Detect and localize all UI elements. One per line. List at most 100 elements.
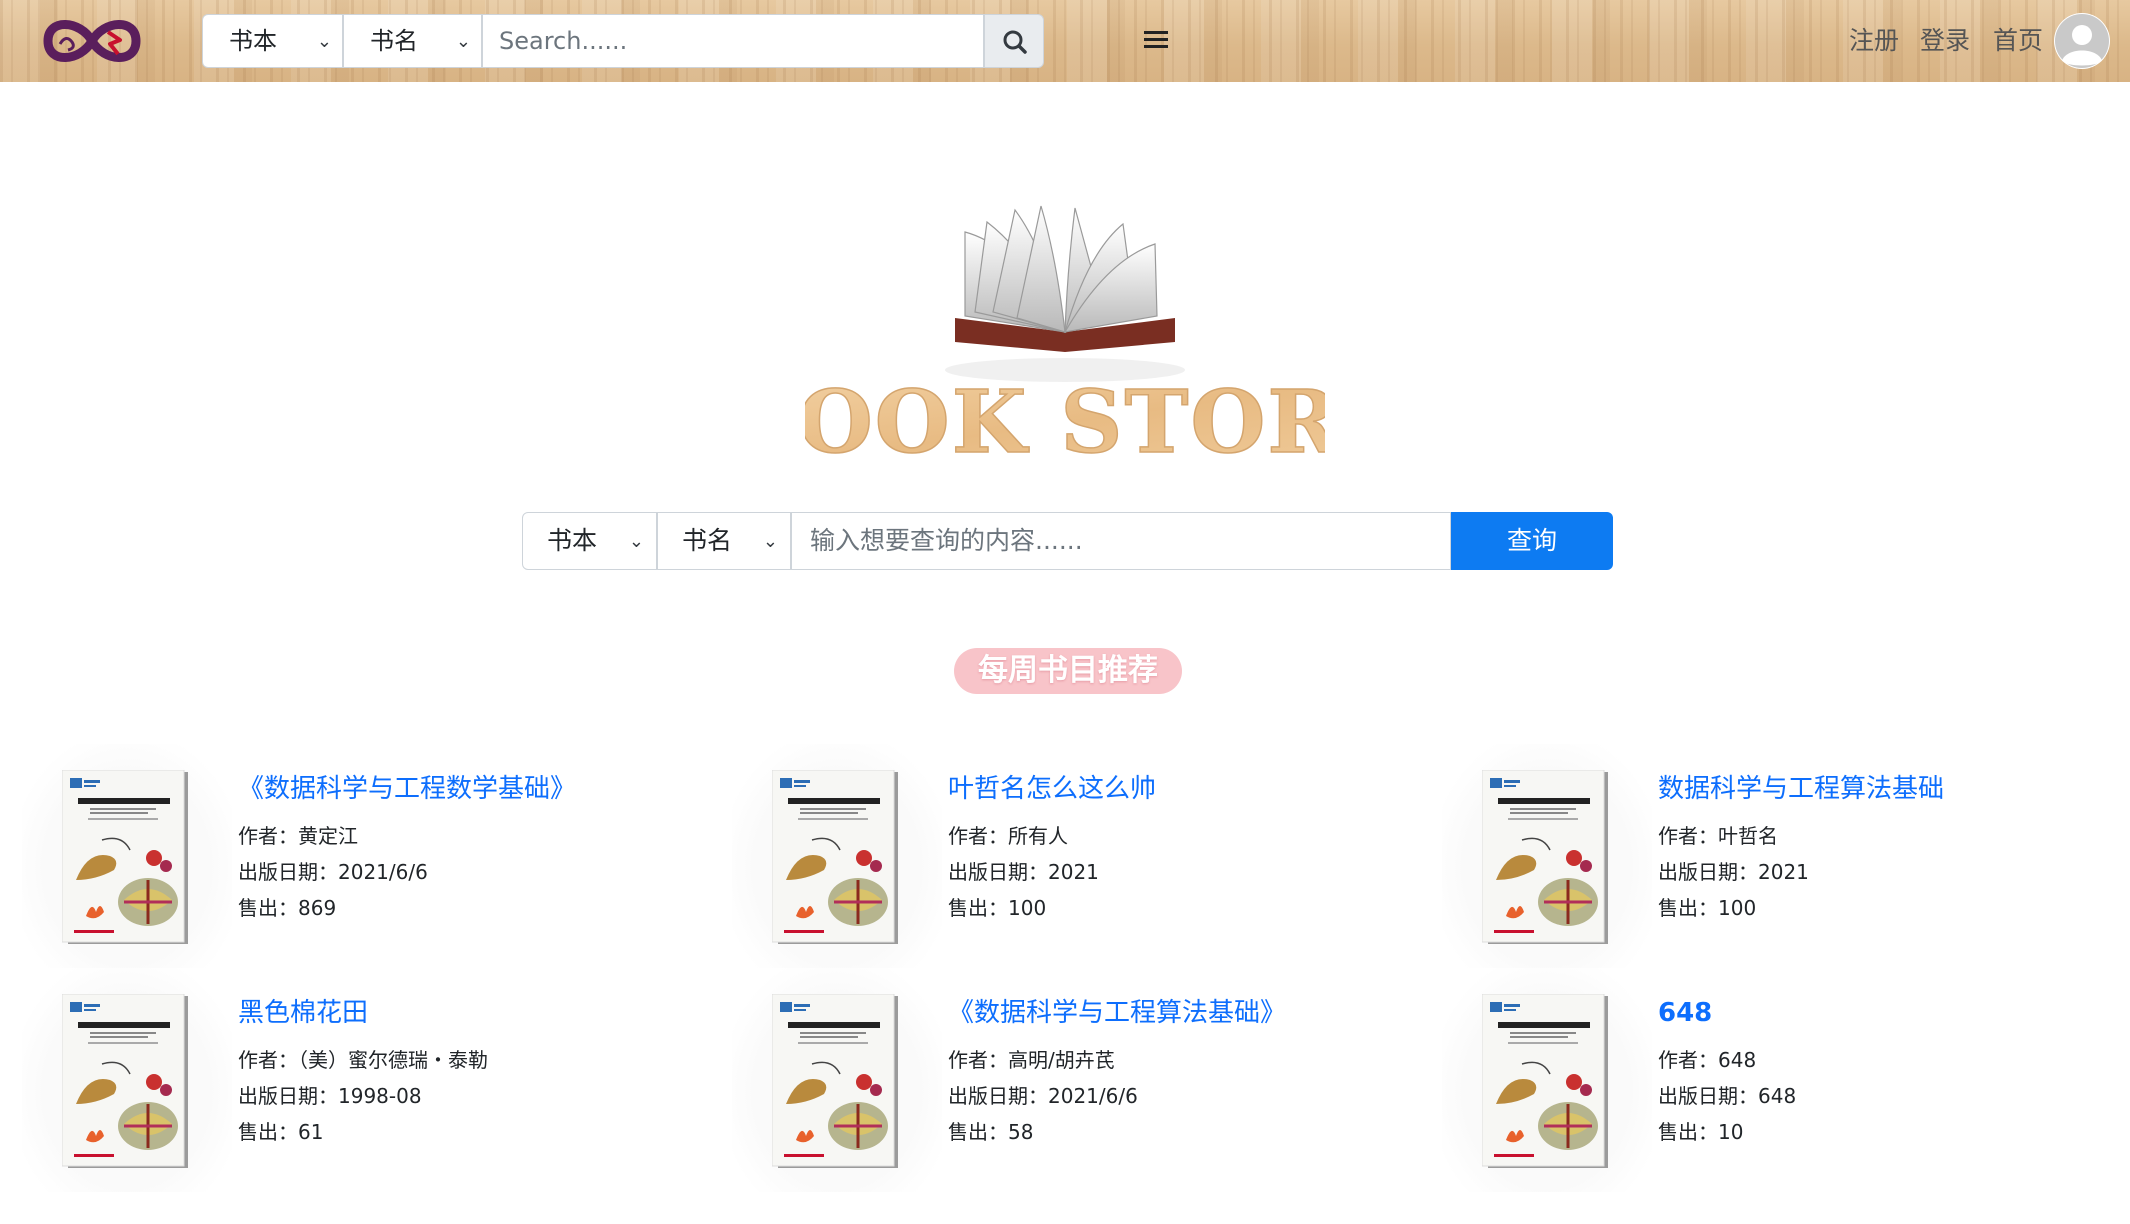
book-date: 出版日期：2021 <box>948 858 1099 886</box>
book-author: 作者：648 <box>1658 1046 1756 1074</box>
book-sold-label: 售出： <box>948 896 1008 920</box>
book-date-value: 2021 <box>1758 860 1809 884</box>
nav-type-select[interactable]: 书本 ⌄ <box>202 14 343 68</box>
book-author: 作者：所有人 <box>948 822 1068 850</box>
book-cover-image[interactable] <box>22 744 232 968</box>
book-card[interactable]: 叶哲名怎么这么帅 作者：所有人 出版日期：2021 售出：100 <box>724 744 1424 968</box>
book-card[interactable]: 数据科学与工程算法基础 作者：叶哲名 出版日期：2021 售出：100 <box>1434 744 2130 968</box>
book-date: 出版日期：2021/6/6 <box>948 1082 1138 1110</box>
book-author: 作者：（美）蜜尔德瑞・泰勒 <box>238 1046 488 1074</box>
book-cover-image[interactable] <box>22 968 232 1192</box>
book-date-label: 出版日期： <box>238 860 338 884</box>
chevron-down-icon: ⌄ <box>316 31 332 52</box>
weekly-recommend-title: 每周书目推荐 <box>954 648 1182 694</box>
book-date-value: 648 <box>1758 1084 1797 1108</box>
nav-field-select-value: 书名 <box>370 27 418 55</box>
search-field-select-value: 书名 <box>682 526 733 555</box>
book-title-link[interactable]: 叶哲名怎么这么帅 <box>948 772 1156 806</box>
search-submit-button[interactable]: 查询 <box>1451 512 1613 570</box>
chevron-down-icon: ⌄ <box>455 31 471 52</box>
chevron-down-icon: ⌄ <box>628 531 644 552</box>
book-date-label: 出版日期： <box>238 1084 338 1108</box>
book-author-label: 作者： <box>948 1048 1008 1072</box>
book-date: 出版日期：2021/6/6 <box>238 858 428 886</box>
book-sold-label: 售出： <box>948 1120 1008 1144</box>
book-sold-label: 售出： <box>1658 1120 1718 1144</box>
book-author: 作者：叶哲名 <box>1658 822 1778 850</box>
book-title-link[interactable]: 648 <box>1658 996 1712 1030</box>
nav-search-input[interactable]: Search...... <box>482 14 984 68</box>
nav-login-link[interactable]: 登录 <box>1920 24 1970 58</box>
book-card[interactable]: 648 作者：648 出版日期：648 售出：10 <box>1434 968 2130 1192</box>
book-sold: 售出：869 <box>238 894 336 922</box>
book-author: 作者：高明/胡卉芪 <box>948 1046 1115 1074</box>
book-card[interactable]: 《数据科学与工程算法基础》 作者：高明/胡卉芪 出版日期：2021/6/6 售出：58 <box>724 968 1424 1192</box>
book-title-link[interactable]: 《数据科学与工程数学基础》 <box>238 772 576 806</box>
book-author-value: 黄定江 <box>298 824 358 848</box>
book-sold: 售出：100 <box>1658 894 1756 922</box>
book-author-label: 作者： <box>1658 824 1718 848</box>
site-logo[interactable] <box>38 8 146 74</box>
book-title-link[interactable]: 黑色棉花田 <box>238 996 368 1030</box>
book-author: 作者：黄定江 <box>238 822 358 850</box>
book-author-value: 叶哲名 <box>1718 824 1778 848</box>
book-cover-image[interactable] <box>1442 968 1652 1192</box>
book-sold-value: 58 <box>1008 1120 1034 1144</box>
book-date-value: 1998-08 <box>338 1084 422 1108</box>
search-placeholder: 输入想要查询的内容...... <box>810 526 1083 555</box>
chevron-down-icon: ⌄ <box>762 531 778 552</box>
book-date: 出版日期：2021 <box>1658 858 1809 886</box>
nav-type-select-value: 书本 <box>229 27 277 55</box>
book-card[interactable]: 黑色棉花田 作者：（美）蜜尔德瑞・泰勒 出版日期：1998-08 售出：61 <box>14 968 714 1192</box>
book-cover-image[interactable] <box>732 968 942 1192</box>
top-navbar: 书本 ⌄ 书名 ⌄ Search...... 注册 登录 首页 <box>0 0 2130 82</box>
book-author-value: 648 <box>1718 1048 1757 1072</box>
book-author-value: 高明/胡卉芪 <box>1008 1048 1115 1072</box>
nav-register-link[interactable]: 注册 <box>1849 24 1899 58</box>
book-sold-value: 10 <box>1718 1120 1744 1144</box>
nav-search-button[interactable] <box>984 14 1044 68</box>
nav-field-select[interactable]: 书名 ⌄ <box>343 14 482 68</box>
search-type-select-value: 书本 <box>547 526 598 555</box>
book-card[interactable]: 《数据科学与工程数学基础》 作者：黄定江 出版日期：2021/6/6 售出：869 <box>14 744 714 968</box>
book-author-label: 作者： <box>1658 1048 1718 1072</box>
avatar[interactable] <box>2054 13 2110 69</box>
book-date-label: 出版日期： <box>1658 860 1758 884</box>
book-date-value: 2021 <box>1048 860 1099 884</box>
book-cover-image[interactable] <box>1442 744 1652 968</box>
book-sold-value: 869 <box>298 896 337 920</box>
search-field-select[interactable]: 书名 ⌄ <box>657 512 791 570</box>
nav-search-placeholder: Search...... <box>499 27 628 55</box>
book-sold-label: 售出： <box>1658 896 1718 920</box>
book-date-label: 出版日期： <box>1658 1084 1758 1108</box>
search-type-select[interactable]: 书本 ⌄ <box>522 512 657 570</box>
book-sold: 售出：61 <box>238 1118 323 1146</box>
book-sold: 售出：58 <box>948 1118 1033 1146</box>
book-date-value: 2021/6/6 <box>1048 1084 1138 1108</box>
book-date: 出版日期：1998-08 <box>238 1082 422 1110</box>
book-title-link[interactable]: 《数据科学与工程算法基础》 <box>948 996 1286 1030</box>
book-date-label: 出版日期： <box>948 860 1048 884</box>
book-cover-image[interactable] <box>732 744 942 968</box>
book-title-link[interactable]: 数据科学与工程算法基础 <box>1658 772 1944 806</box>
svg-text:BOOK STORE: BOOK STORE <box>805 372 1325 468</box>
book-author-label: 作者： <box>948 824 1008 848</box>
book-author-label: 作者： <box>238 824 298 848</box>
book-author-value: 所有人 <box>1008 824 1068 848</box>
book-sold-value: 100 <box>1008 896 1047 920</box>
menu-toggle-icon[interactable] <box>1144 31 1168 51</box>
book-sold: 售出：10 <box>1658 1118 1743 1146</box>
book-sold-label: 售出： <box>238 896 298 920</box>
book-sold-value: 100 <box>1718 896 1757 920</box>
book-author-value: （美）蜜尔德瑞・泰勒 <box>298 1048 488 1072</box>
book-date-label: 出版日期： <box>948 1084 1048 1108</box>
search-input[interactable]: 输入想要查询的内容...... <box>791 512 1451 570</box>
book-date: 出版日期：648 <box>1658 1082 1796 1110</box>
book-sold-value: 61 <box>298 1120 324 1144</box>
book-author-label: 作者： <box>238 1048 298 1072</box>
nav-home-link[interactable]: 首页 <box>1993 24 2043 58</box>
search-icon <box>1003 30 1027 54</box>
book-sold: 售出：100 <box>948 894 1046 922</box>
book-date-value: 2021/6/6 <box>338 860 428 884</box>
bookstore-logo: BOOK STORE <box>721 200 1407 474</box>
